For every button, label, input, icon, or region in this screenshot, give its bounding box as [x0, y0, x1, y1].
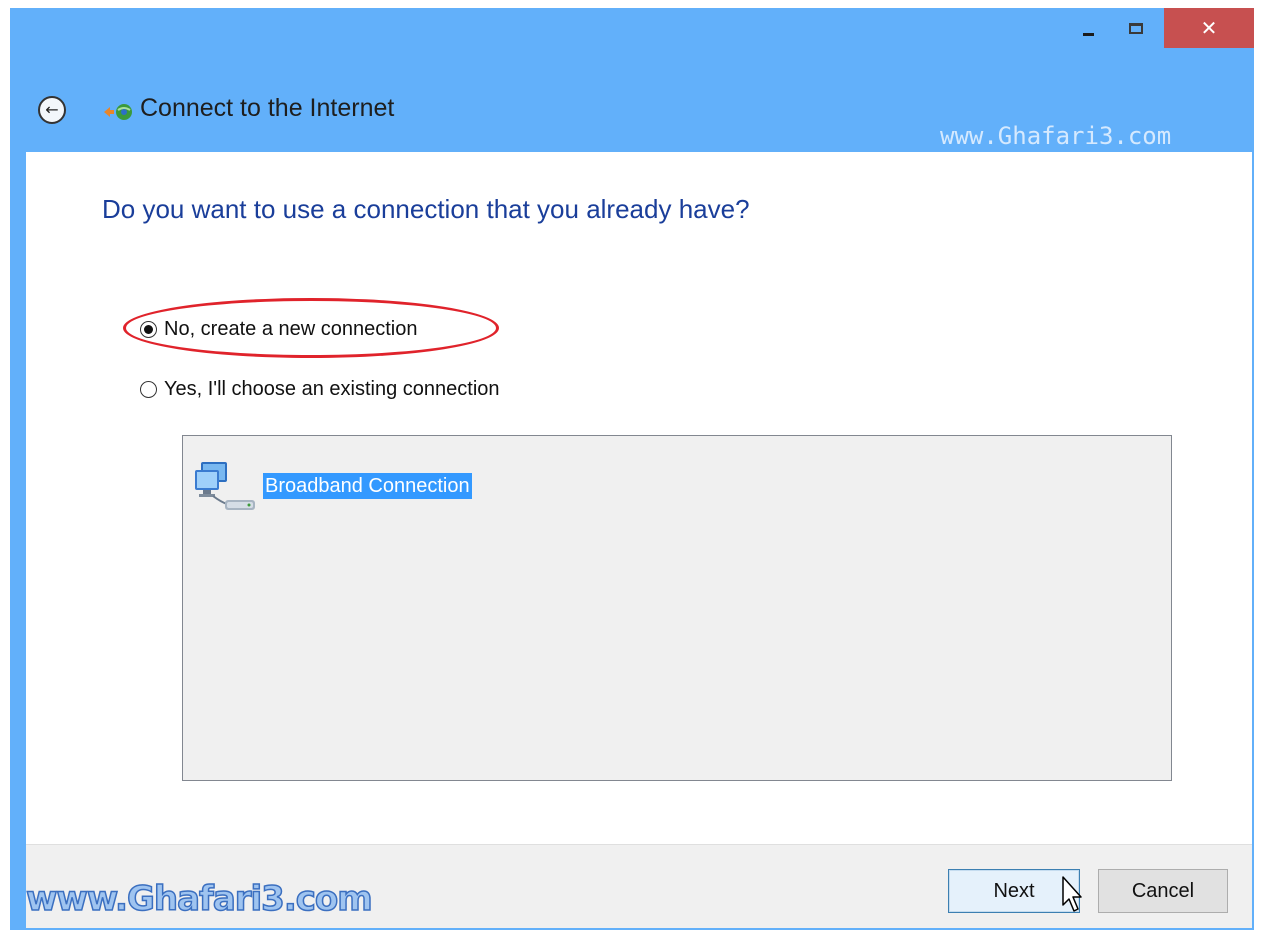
watermark-bottom: www.Ghafari3.com: [25, 878, 373, 920]
radio-label: No, create a new connection: [164, 318, 418, 340]
close-button[interactable]: ✕: [1164, 8, 1254, 48]
minimize-button[interactable]: [1068, 8, 1108, 48]
wizard-content: Do you want to use a connection that you…: [26, 152, 1252, 844]
title-bar: ✕: [10, 8, 1254, 54]
close-icon: ✕: [1200, 16, 1218, 40]
minimize-icon: [1082, 32, 1094, 36]
wizard-title: Connect to the Internet: [140, 94, 395, 122]
connection-list[interactable]: Broadband Connection: [182, 435, 1172, 781]
radio-option-existing-connection[interactable]: Yes, I'll choose an existing connection: [140, 378, 500, 401]
radio-label: Yes, I'll choose an existing connection: [164, 378, 500, 400]
network-wizard-icon: [104, 104, 132, 120]
mouse-cursor-icon: [1062, 876, 1082, 912]
wizard-footer: www.Ghafari3.com Next Cancel: [25, 844, 1252, 928]
maximize-button[interactable]: [1116, 8, 1156, 48]
radio-button[interactable]: [140, 381, 157, 398]
watermark-top: www.Ghafari3.com: [940, 122, 1172, 150]
wizard-header: ← Connect to the Internet www.Ghafari3.c…: [10, 70, 1254, 152]
back-button[interactable]: ←: [38, 96, 66, 124]
radio-option-new-connection[interactable]: No, create a new connection: [140, 318, 418, 341]
question-heading: Do you want to use a connection that you…: [102, 194, 750, 224]
cancel-button[interactable]: Cancel: [1098, 869, 1228, 913]
back-arrow-icon: ←: [45, 100, 59, 119]
list-item[interactable]: Broadband Connection: [193, 456, 472, 516]
radio-selected-dot: [144, 325, 153, 334]
radio-button[interactable]: [140, 321, 157, 338]
broadband-connection-icon: [195, 462, 255, 510]
connection-label: Broadband Connection: [263, 473, 472, 499]
maximize-icon: [1129, 22, 1143, 34]
dialog-window: ✕ ← Connect to the Internet www.Ghafari3…: [10, 8, 1254, 930]
